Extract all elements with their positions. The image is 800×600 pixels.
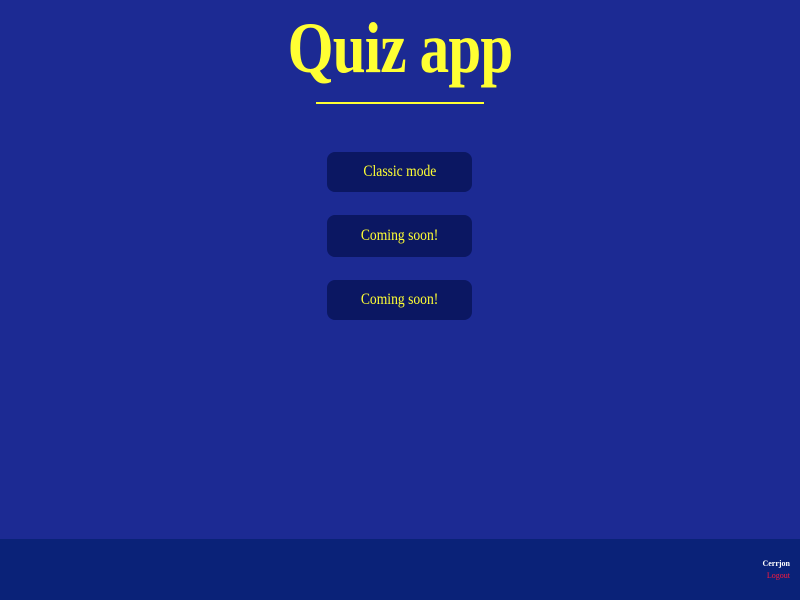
page-title: Quiz app [287, 8, 514, 88]
footer-username: Cerrjon [762, 559, 790, 568]
title-underline [316, 102, 484, 104]
coming-soon-label-1: Coming soon! [360, 227, 439, 244]
classic-mode-button[interactable]: Classic mode [327, 152, 472, 192]
coming-soon-button-1[interactable]: Coming soon! [327, 215, 472, 257]
coming-soon-button-2[interactable]: Coming soon! [327, 280, 472, 320]
classic-mode-label: Classic mode [363, 163, 436, 180]
footer: Cerrjon Logout [0, 539, 800, 600]
coming-soon-label-2: Coming soon! [360, 291, 439, 308]
logout-link[interactable]: Logout [767, 571, 790, 580]
